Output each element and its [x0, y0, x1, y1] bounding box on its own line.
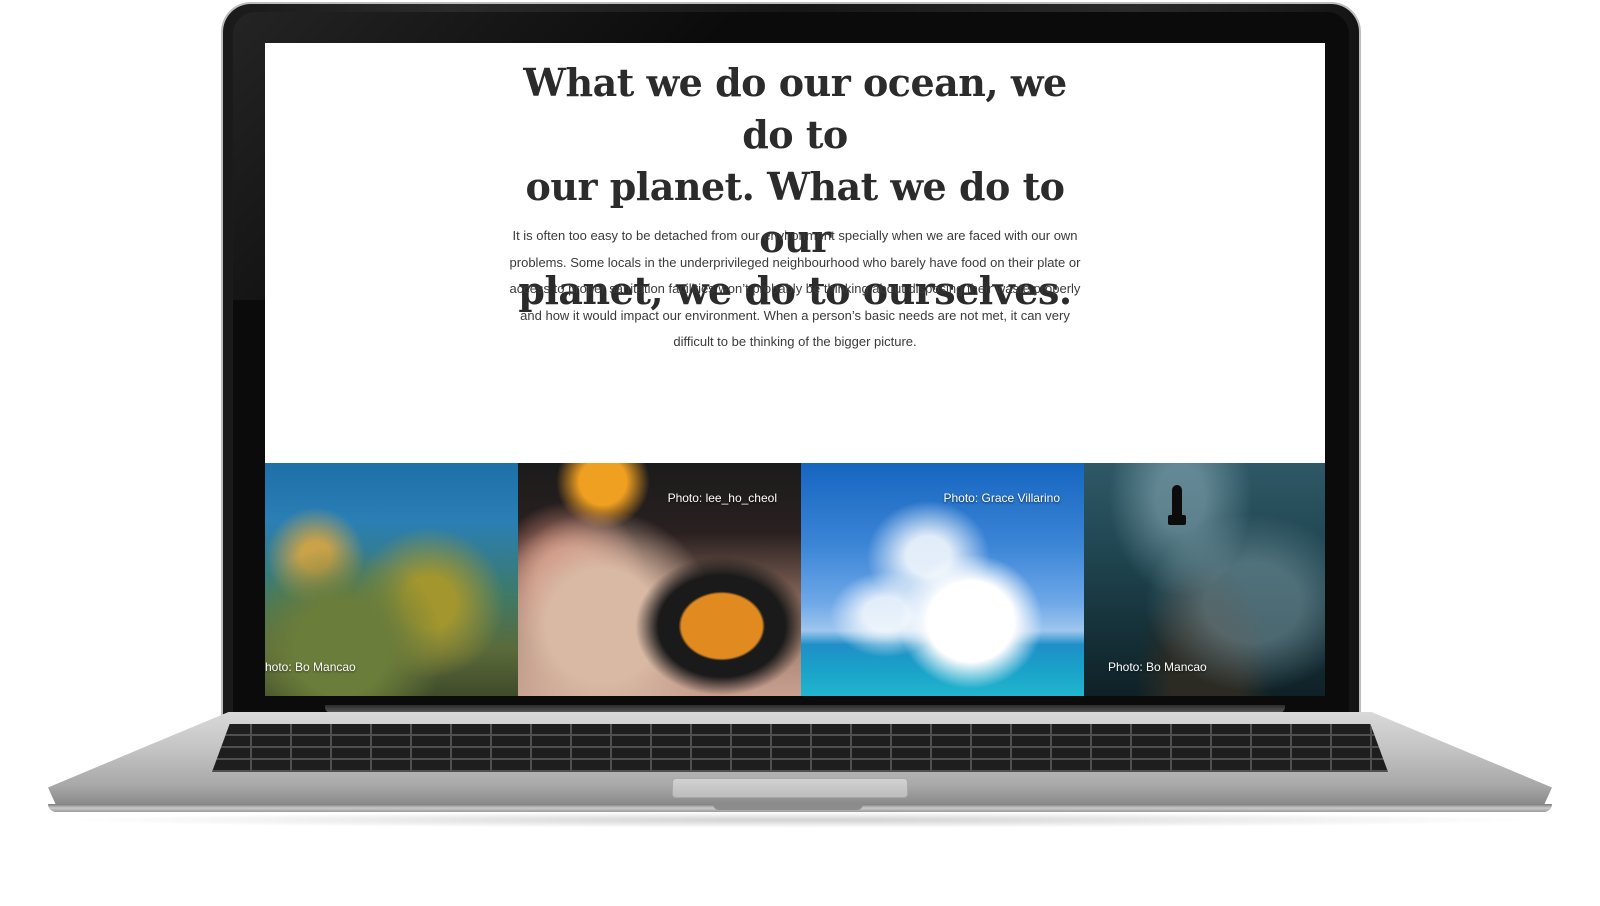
body-paragraph: It is often too easy to be detached from…: [509, 228, 1081, 349]
keyboard: [212, 724, 1388, 772]
photo-coral-reef: hoto: Bo Mancao: [265, 463, 518, 696]
laptop-shadow: [60, 812, 1540, 828]
photo-clownfish: Photo: lee_ho_cheol: [518, 463, 801, 696]
photo-caption: Photo: lee_ho_cheol: [667, 491, 777, 505]
photo-sky-sea: Photo: Grace Villarino: [801, 463, 1084, 696]
diver-silhouette: [1168, 485, 1186, 525]
laptop-screen: What we do our ocean, we do to our plane…: [265, 43, 1325, 696]
photo-freediver: Photo: Bo Mancao: [1084, 463, 1325, 696]
photo-caption: Photo: Grace Villarino: [943, 491, 1060, 505]
keyboard-keys: [212, 724, 1388, 772]
photo-caption: hoto: Bo Mancao: [265, 660, 356, 674]
photo-caption: Photo: Bo Mancao: [1108, 660, 1207, 674]
trackpad: [672, 778, 908, 798]
lid-notch: [713, 804, 863, 810]
photo-strip: hoto: Bo Mancao Photo: lee_ho_cheol Phot…: [265, 463, 1325, 696]
laptop-hinge: [325, 705, 1285, 713]
